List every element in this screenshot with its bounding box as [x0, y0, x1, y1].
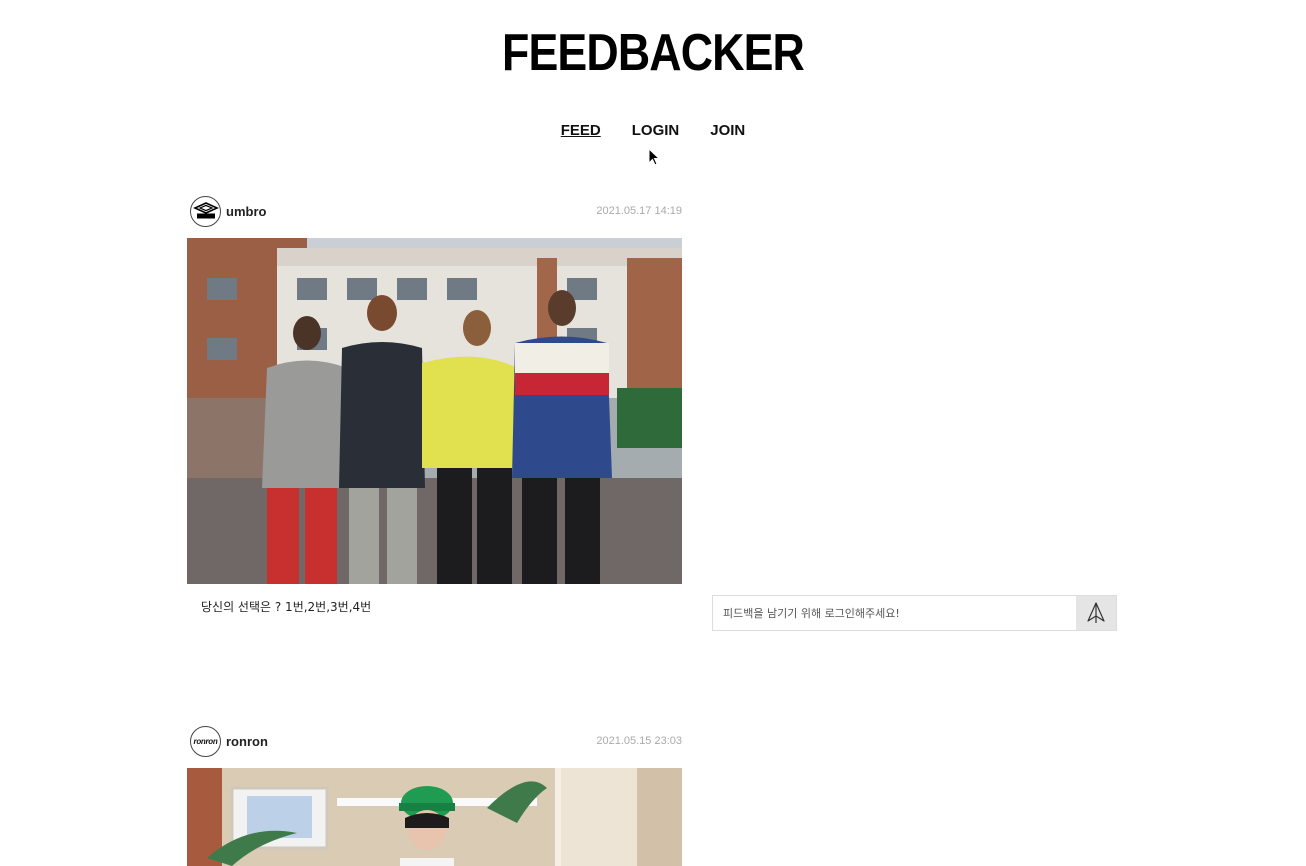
- post-date: 2021.05.17 14:19: [596, 205, 682, 217]
- site-logo[interactable]: FEEDBACKER: [91, 24, 1214, 82]
- mouse-cursor-icon: [648, 148, 660, 166]
- umbro-diamond-icon: [192, 202, 219, 219]
- post-username[interactable]: ronron: [226, 734, 268, 749]
- main-nav: FEED LOGIN JOIN: [0, 121, 1306, 141]
- avatar[interactable]: ronron: [190, 725, 221, 757]
- post-caption: 당신의 선택은 ? 1번,2번,3번,4번: [201, 600, 372, 614]
- umbro-group-photo: [187, 238, 682, 584]
- nav-login[interactable]: LOGIN: [632, 121, 680, 141]
- ronron-model-photo: [187, 768, 682, 866]
- avatar[interactable]: [190, 195, 221, 227]
- post-date: 2021.05.15 23:03: [596, 735, 682, 747]
- nav-feed[interactable]: FEED: [561, 121, 601, 141]
- post-image[interactable]: [187, 238, 682, 584]
- feedback-form: [712, 595, 1117, 631]
- nav-join[interactable]: JOIN: [710, 121, 745, 141]
- post-header: umbro 2021.05.17 14:19: [190, 194, 682, 228]
- post-username[interactable]: umbro: [226, 204, 266, 219]
- post-header: ronron ronron 2021.05.15 23:03: [190, 724, 682, 758]
- feedback-input[interactable]: [713, 596, 1076, 630]
- avatar-logo-text: ronron: [193, 736, 218, 746]
- post-image[interactable]: [187, 768, 682, 866]
- send-button[interactable]: [1076, 596, 1116, 630]
- paper-plane-icon: [1087, 602, 1105, 623]
